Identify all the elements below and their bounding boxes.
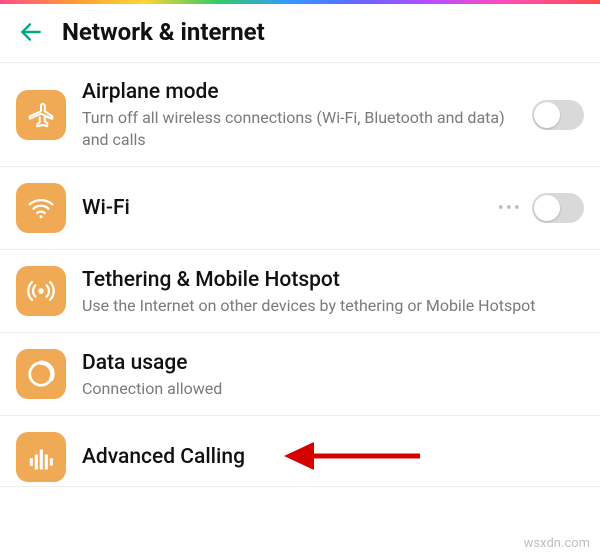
header: Network & internet [0, 4, 600, 63]
row-trailing [532, 100, 584, 130]
row-subtitle: Turn off all wireless connections (Wi-Fi… [82, 107, 520, 150]
row-subtitle: Use the Internet on other devices by tet… [82, 295, 584, 317]
advanced-calling-icon [16, 432, 66, 482]
row-text: Advanced Calling [82, 444, 584, 470]
row-trailing: ••• [498, 193, 584, 223]
row-airplane-mode[interactable]: Airplane mode Turn off all wireless conn… [0, 63, 600, 167]
row-text: Data usage Connection allowed [82, 350, 584, 400]
more-icon[interactable]: ••• [498, 198, 522, 219]
wifi-icon [16, 183, 66, 233]
row-advanced-calling[interactable]: Advanced Calling [0, 416, 600, 487]
row-subtitle: Connection allowed [82, 378, 584, 400]
row-title: Data usage [82, 350, 584, 376]
row-title: Advanced Calling [82, 444, 584, 470]
row-wifi[interactable]: Wi-Fi ••• [0, 167, 600, 250]
row-text: Wi-Fi [82, 195, 486, 221]
row-title: Tethering & Mobile Hotspot [82, 267, 584, 293]
data-usage-icon [16, 349, 66, 399]
airplane-toggle[interactable] [532, 100, 584, 130]
wifi-toggle[interactable] [532, 193, 584, 223]
settings-list: Airplane mode Turn off all wireless conn… [0, 63, 600, 487]
row-data-usage[interactable]: Data usage Connection allowed [0, 333, 600, 416]
page-title: Network & internet [62, 18, 265, 46]
airplane-icon [16, 90, 66, 140]
row-text: Airplane mode Turn off all wireless conn… [82, 79, 520, 150]
back-arrow-icon[interactable] [18, 19, 44, 45]
row-title: Wi-Fi [82, 195, 486, 221]
watermark: wsxdn.com [524, 536, 590, 551]
row-title: Airplane mode [82, 79, 520, 105]
row-tethering[interactable]: Tethering & Mobile Hotspot Use the Inter… [0, 250, 600, 333]
hotspot-icon [16, 266, 66, 316]
row-text: Tethering & Mobile Hotspot Use the Inter… [82, 267, 584, 317]
